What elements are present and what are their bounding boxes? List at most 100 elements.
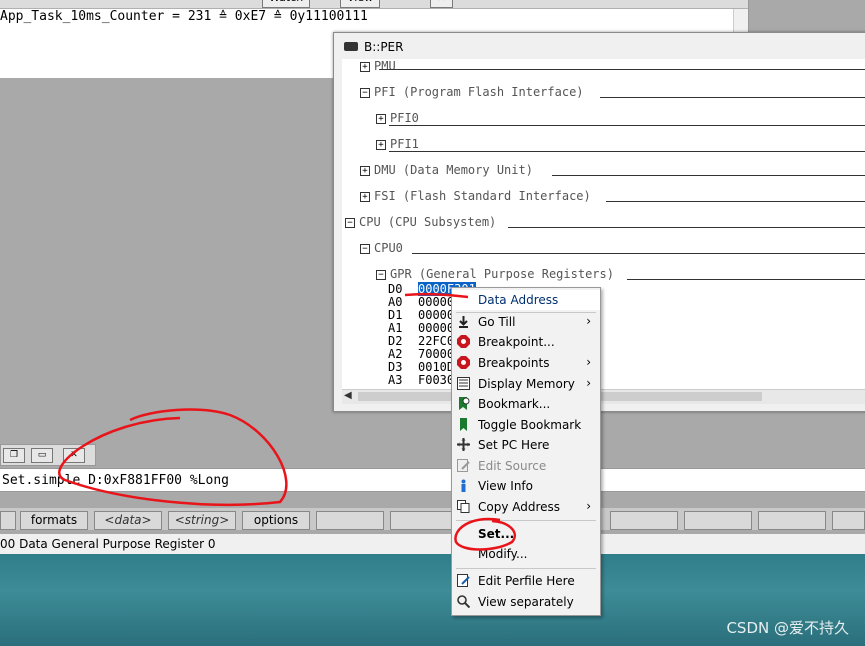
tree-divider [552, 175, 865, 176]
tree-divider [606, 201, 865, 202]
context-menu: Data Address Go Till › Breakpoint... Bre… [451, 287, 601, 616]
minimize-icon[interactable]: ▭ [31, 448, 53, 463]
expand-icon[interactable]: + [376, 114, 386, 124]
copy-icon [457, 500, 470, 513]
soft-key-blank[interactable] [684, 511, 752, 530]
tree-row-fsi[interactable]: + FSI (Flash Standard Interface) [360, 189, 591, 205]
bookmark-icon [459, 397, 470, 410]
per-window-title: B::PER [364, 40, 404, 54]
soft-key-blank[interactable] [316, 511, 384, 530]
soft-key-bar: formats <data> <string> options [0, 508, 865, 530]
tree-row-pfi[interactable]: − PFI (Program Flash Interface) [360, 85, 584, 101]
toggle-bookmark-icon [460, 418, 467, 431]
submenu-arrow-icon: › [586, 376, 591, 390]
watermark: CSDN @爱不持久 [726, 619, 849, 637]
menu-item-data-address[interactable]: Data Address [452, 290, 600, 310]
status-text: 00 Data General Purpose Register 0 [0, 537, 216, 551]
register-name: A2 [388, 347, 403, 361]
close-icon[interactable]: ✕ [63, 448, 85, 463]
menu-item-breakpoint[interactable]: Breakpoint... [452, 332, 600, 352]
soft-key-blank[interactable] [758, 511, 826, 530]
tree-divider [389, 125, 865, 126]
breakpoint-icon [457, 335, 470, 348]
collapse-icon[interactable]: − [345, 218, 355, 228]
expand-icon[interactable]: + [376, 140, 386, 150]
go-till-icon [459, 316, 468, 328]
soft-key-options[interactable]: options [242, 511, 310, 530]
menu-item-copy-address[interactable]: Copy Address › [452, 497, 600, 517]
scroll-left-icon[interactable]: ◀ [344, 390, 352, 401]
per-window-icon [344, 42, 358, 51]
register-name: D0 [388, 282, 403, 296]
search-icon [457, 595, 470, 608]
register-value[interactable]: 0010D [418, 360, 454, 374]
menu-item-toggle-bookmark[interactable]: Toggle Bookmark [452, 415, 600, 435]
soft-key-blank[interactable] [390, 511, 452, 530]
set-pc-icon [457, 438, 470, 451]
soft-key-string[interactable]: <string> [168, 511, 236, 530]
tree-row-gpr[interactable]: − GPR (General Purpose Registers) [376, 267, 614, 283]
register-name: D1 [388, 308, 403, 322]
soft-key-blank[interactable] [832, 511, 865, 530]
expand-icon[interactable]: + [360, 62, 370, 72]
expand-icon[interactable]: + [360, 192, 370, 202]
menu-item-view-info[interactable]: View Info [452, 476, 600, 496]
status-bar: 00 Data General Purpose Register 0 [0, 534, 865, 554]
tree-row-cpu0[interactable]: − CPU0 [360, 241, 403, 257]
menu-item-edit-source[interactable]: Edit Source [452, 456, 600, 476]
menu-item-breakpoints[interactable]: Breakpoints › [452, 353, 600, 373]
close-button[interactable]: ✕ [430, 0, 454, 8]
memory-icon [457, 377, 470, 390]
submenu-arrow-icon: › [586, 314, 591, 328]
menu-item-display-memory[interactable]: Display Memory › [452, 374, 600, 394]
tree-divider [627, 279, 865, 280]
register-value[interactable]: 00000 [418, 321, 454, 335]
menu-separator [456, 568, 596, 569]
info-icon [461, 479, 466, 492]
collapse-icon[interactable]: − [360, 244, 370, 254]
desktop-background: CSDN @爱不持久 [0, 554, 865, 646]
expand-icon[interactable]: + [360, 166, 370, 176]
horizontal-scrollbar[interactable]: ◀ [342, 389, 865, 404]
soft-key-formats[interactable]: formats [20, 511, 88, 530]
menu-item-set[interactable]: Set... [452, 524, 600, 544]
tree-row-dmu[interactable]: + DMU (Data Memory Unit) [360, 163, 533, 179]
breakpoints-icon [457, 356, 470, 369]
menu-separator [456, 520, 596, 521]
register-value[interactable]: 70000 [418, 347, 454, 361]
soft-key-data[interactable]: <data> [94, 511, 162, 530]
watch-button[interactable]: Watch [262, 0, 311, 8]
collapse-icon[interactable]: − [376, 270, 386, 280]
command-line[interactable]: Set.simple D:0xF881FF00 %Long [0, 468, 865, 492]
register-name: A0 [388, 295, 403, 309]
menu-item-modify[interactable]: Modify... [452, 544, 600, 564]
menu-item-set-pc-here[interactable]: Set PC Here [452, 435, 600, 455]
menu-item-edit-perfile[interactable]: Edit Perfile Here [452, 571, 600, 591]
edit-source-icon [457, 459, 470, 472]
register-value[interactable]: 00000 [418, 308, 454, 322]
soft-key-blank[interactable] [610, 511, 678, 530]
expression-line[interactable]: App_Task_10ms_Counter = 231 ≙ 0xE7 ≙ 0y1… [0, 9, 368, 24]
submenu-arrow-icon: › [586, 499, 591, 513]
menu-item-view-separately[interactable]: View separately [452, 592, 600, 612]
menu-item-go-till[interactable]: Go Till › [452, 312, 600, 332]
tree-divider [389, 151, 865, 152]
command-text[interactable]: Set.simple D:0xF881FF00 %Long [2, 473, 229, 488]
per-title-bar[interactable]: B::PER [334, 33, 865, 59]
soft-key-blank[interactable] [0, 511, 16, 530]
tree-divider [600, 97, 865, 98]
restore-icon[interactable]: ❐ [3, 448, 25, 463]
menu-item-bookmark[interactable]: Bookmark... [452, 394, 600, 414]
view-button[interactable]: View [340, 0, 381, 8]
tree-row-cpu[interactable]: − CPU (CPU Subsystem) [345, 215, 496, 231]
submenu-arrow-icon: › [586, 355, 591, 369]
register-value[interactable]: 22FC0 [418, 334, 454, 348]
register-value[interactable]: F0030 [418, 373, 454, 387]
register-value[interactable]: 00000 [418, 295, 454, 309]
tree-divider [379, 69, 865, 70]
tree-row-pmu[interactable]: + PMU [360, 59, 396, 75]
register-name: D3 [388, 360, 403, 374]
collapse-icon[interactable]: − [360, 88, 370, 98]
command-window-controls: ❐ ▭ ✕ [0, 444, 96, 466]
peripheral-tree: + PMU − PFI (Program Flash Interface) + PFI… [342, 59, 865, 389]
